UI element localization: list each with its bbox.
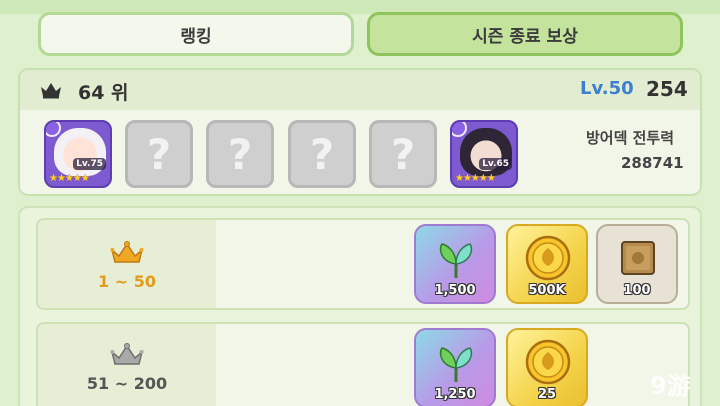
empty-hero-slot[interactable]: ? xyxy=(369,120,437,188)
defense-deck-power-value: 288741 xyxy=(621,154,684,172)
gold-coin-icon xyxy=(525,339,571,385)
my-rank-header: 64 위 Lv.50 254 xyxy=(20,70,700,110)
reward-item[interactable]: 500K xyxy=(506,224,588,304)
tier-rank-cell: 1 ~ 50 xyxy=(38,220,216,308)
hero-stars: ★★★★★ xyxy=(49,173,90,184)
hero-level: Lv.65 xyxy=(479,158,512,170)
reward-tier-row: 1 ~ 50 1,500 500K 100 xyxy=(36,218,690,310)
question-mark-icon: ? xyxy=(227,129,253,179)
swirl-icon xyxy=(452,122,467,137)
my-rank-panel: 64 위 Lv.50 254 Lv.75 ★★★★★ ? ? ? ? Lv.65… xyxy=(18,68,702,196)
reward-item[interactable]: 1,250 xyxy=(414,328,496,406)
gold-coin-icon xyxy=(525,235,571,281)
crystal-leaf-icon xyxy=(439,347,473,382)
reward-item[interactable]: 25 xyxy=(506,328,588,406)
question-mark-icon: ? xyxy=(309,129,335,179)
watermark-logo: 9游 xyxy=(650,372,691,400)
reward-item[interactable]: 100 xyxy=(596,224,678,304)
tab-season-end-reward[interactable]: 시즌 종료 보상 xyxy=(367,12,683,56)
empty-hero-slot[interactable]: ? xyxy=(206,120,274,188)
hero-level: Lv.75 xyxy=(73,158,106,170)
tier-range-label: 51 ~ 200 xyxy=(86,374,168,393)
reward-quantity: 500K xyxy=(528,283,566,298)
defense-deck-power-label: 방어덱 전투력 xyxy=(586,129,675,147)
hero-stars: ★★★★★ xyxy=(455,173,496,184)
crystal-leaf-icon xyxy=(439,243,473,278)
reward-item[interactable]: 1,500 xyxy=(414,224,496,304)
empty-hero-slot[interactable]: ? xyxy=(125,120,193,188)
player-score: 254 xyxy=(646,77,688,101)
question-mark-icon: ? xyxy=(146,129,172,179)
reward-quantity: 25 xyxy=(537,387,557,402)
empty-hero-slot[interactable]: ? xyxy=(288,120,356,188)
item-box-icon xyxy=(621,241,655,275)
reward-tier-row: 51 ~ 200 1,250 25 xyxy=(36,322,690,406)
reward-list-panel: 1 ~ 50 1,500 500K 100 51 ~ 200 1,250 25 xyxy=(18,206,702,406)
reward-quantity: 1,500 xyxy=(434,283,476,298)
gold-crown-icon xyxy=(110,241,144,263)
rank-position: 64 위 xyxy=(78,82,129,104)
reward-quantity: 100 xyxy=(623,283,651,298)
swirl-icon xyxy=(46,122,61,137)
crown-icon xyxy=(41,83,61,99)
question-mark-icon: ? xyxy=(390,129,416,179)
silver-crown-icon xyxy=(110,343,144,365)
tab-ranking[interactable]: 랭킹 xyxy=(38,12,354,56)
tier-range-label: 1 ~ 50 xyxy=(98,272,156,291)
hero-card[interactable]: Lv.65 ★★★★★ xyxy=(450,120,518,188)
player-level: Lv.50 xyxy=(580,78,634,99)
hero-card[interactable]: Lv.75 ★★★★★ xyxy=(44,120,112,188)
tier-rank-cell: 51 ~ 200 xyxy=(38,324,216,406)
reward-quantity: 1,250 xyxy=(434,387,476,402)
